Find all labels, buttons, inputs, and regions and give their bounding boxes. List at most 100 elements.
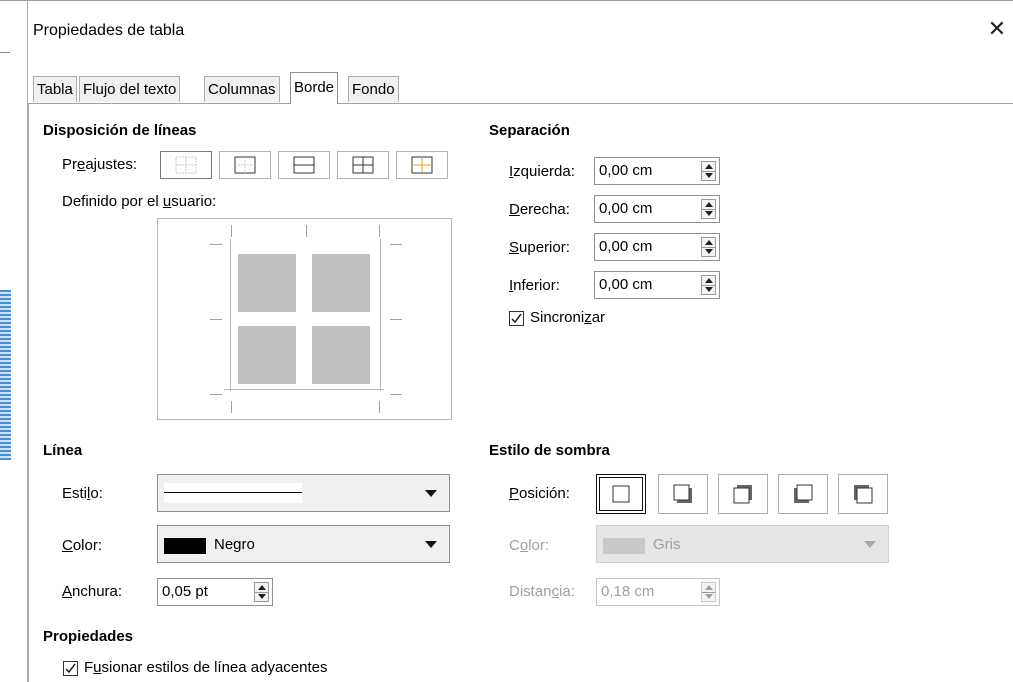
sincronizar-checkbox[interactable] (509, 311, 524, 326)
izquierda-value: 0,00 cm (599, 162, 653, 179)
preset-none-button[interactable] (160, 151, 212, 179)
anchura-spinbox[interactable]: 0,05 pt (157, 578, 273, 606)
outer-border-icon (234, 156, 256, 174)
preset-outer-horizontal-button[interactable] (278, 151, 330, 179)
preview-tick (210, 244, 222, 245)
derecha-stepper[interactable] (701, 199, 716, 219)
shadow-top-left-icon (854, 485, 873, 504)
preview-tick (390, 319, 402, 320)
window-edge-mark (0, 52, 10, 53)
preajustes-label: Preajustes: (62, 156, 138, 173)
shadow-top-right-icon (733, 485, 752, 504)
izquierda-label: Izquierda: (509, 163, 575, 180)
estilo-dropdown[interactable] (157, 474, 450, 512)
derecha-label: Derecha: (509, 201, 570, 218)
sombra-color-swatch (603, 538, 645, 554)
distancia-stepper[interactable] (701, 582, 716, 602)
background-window-stripe (0, 290, 11, 460)
chevron-down-icon (425, 541, 437, 548)
distancia-spinbox[interactable]: 0,18 cm (596, 578, 720, 606)
estilo-label: Estilo: (62, 485, 103, 502)
chevron-down-icon (864, 541, 876, 548)
user-defined-border-preview[interactable] (157, 218, 452, 420)
disposicion-heading: Disposición de líneas (43, 122, 197, 139)
preview-tick (390, 394, 402, 395)
preview-cell (312, 254, 370, 312)
color-label: Color: (62, 537, 103, 554)
close-icon[interactable]: ✕ (985, 18, 1009, 42)
shadow-none-button[interactable] (596, 474, 646, 514)
arrow-down-icon[interactable] (705, 287, 713, 292)
posicion-label: Posición: (509, 485, 570, 502)
preview-tick (231, 225, 232, 237)
preview-guide (230, 239, 231, 391)
shadow-top-left-button[interactable] (838, 474, 888, 514)
superior-spinbox[interactable]: 0,00 cm (594, 233, 720, 261)
tab-tabla[interactable]: Tabla (33, 76, 77, 102)
sincronizar-label[interactable]: Sincronizar (530, 309, 605, 326)
preview-tick (306, 225, 307, 237)
izquierda-stepper[interactable] (701, 161, 716, 181)
arrow-up-icon[interactable] (705, 278, 713, 283)
arrow-up-icon[interactable] (705, 164, 713, 169)
superior-value: 0,00 cm (599, 238, 653, 255)
shadow-bottom-left-button[interactable] (778, 474, 828, 514)
shadow-bottom-left-icon (794, 484, 813, 503)
inferior-label: Inferior: (509, 277, 560, 294)
preview-tick (210, 394, 222, 395)
superior-label: Superior: (509, 239, 570, 256)
fusionar-checkbox[interactable] (63, 661, 78, 676)
checkmark-icon (65, 663, 76, 674)
preset-outer-inner-button[interactable] (396, 151, 448, 179)
sombra-color-dropdown[interactable]: Gris (596, 525, 889, 563)
derecha-spinbox[interactable]: 0,00 cm (594, 195, 720, 223)
propiedades-heading: Propiedades (43, 628, 134, 645)
izquierda-spinbox[interactable]: 0,00 cm (594, 157, 720, 185)
linea-heading: Línea (43, 442, 83, 459)
arrow-up-icon[interactable] (705, 202, 713, 207)
separacion-heading: Separación (489, 122, 570, 139)
superior-stepper[interactable] (701, 237, 716, 257)
preview-tick (231, 401, 232, 413)
anchura-label: Anchura: (62, 583, 123, 600)
arrow-down-icon[interactable] (705, 594, 713, 599)
arrow-up-icon[interactable] (705, 240, 713, 245)
color-dropdown[interactable]: Negro (157, 525, 450, 563)
sombra-heading: Estilo de sombra (489, 442, 610, 459)
fusionar-label[interactable]: Fusionar estilos de línea adyacentes (84, 659, 328, 676)
preview-guide (224, 389, 384, 390)
inferior-stepper[interactable] (701, 275, 716, 295)
no-shadow-icon (612, 485, 630, 503)
arrow-up-icon[interactable] (258, 585, 266, 590)
preset-outer-button[interactable] (219, 151, 271, 179)
arrow-down-icon[interactable] (705, 211, 713, 216)
tab-fondo[interactable]: Fondo (348, 76, 399, 102)
checkmark-icon (511, 313, 522, 324)
distancia-label: Distancia: (509, 583, 575, 600)
tab-flujo-del-texto[interactable]: Flujo del texto (79, 76, 181, 102)
dialog-title: Propiedades de tabla (33, 22, 185, 39)
window-top-edge (0, 0, 1013, 1)
shadow-bottom-right-button[interactable] (658, 474, 708, 514)
inferior-spinbox[interactable]: 0,00 cm (594, 271, 720, 299)
arrow-up-icon[interactable] (705, 585, 713, 590)
arrow-down-icon[interactable] (705, 249, 713, 254)
shadow-bottom-right-icon (673, 484, 692, 503)
preset-all-button[interactable] (337, 151, 389, 179)
preview-tick (210, 319, 222, 320)
shadow-top-right-button[interactable] (718, 474, 768, 514)
preview-cell (238, 254, 296, 312)
tab-borde[interactable]: Borde (290, 72, 339, 104)
distancia-value: 0,18 cm (601, 583, 655, 600)
tabs-divider (28, 103, 1013, 104)
sombra-color-value: Gris (653, 536, 681, 553)
derecha-value: 0,00 cm (599, 200, 653, 217)
preview-tick (379, 401, 380, 413)
arrow-down-icon[interactable] (258, 594, 266, 599)
tab-columnas[interactable]: Columnas (204, 76, 280, 102)
usuario-label: Definido por el usuario: (62, 193, 217, 210)
arrow-down-icon[interactable] (705, 173, 713, 178)
anchura-stepper[interactable] (254, 582, 269, 602)
anchura-value: 0,05 pt (162, 583, 208, 600)
all-borders-icon (352, 156, 374, 174)
